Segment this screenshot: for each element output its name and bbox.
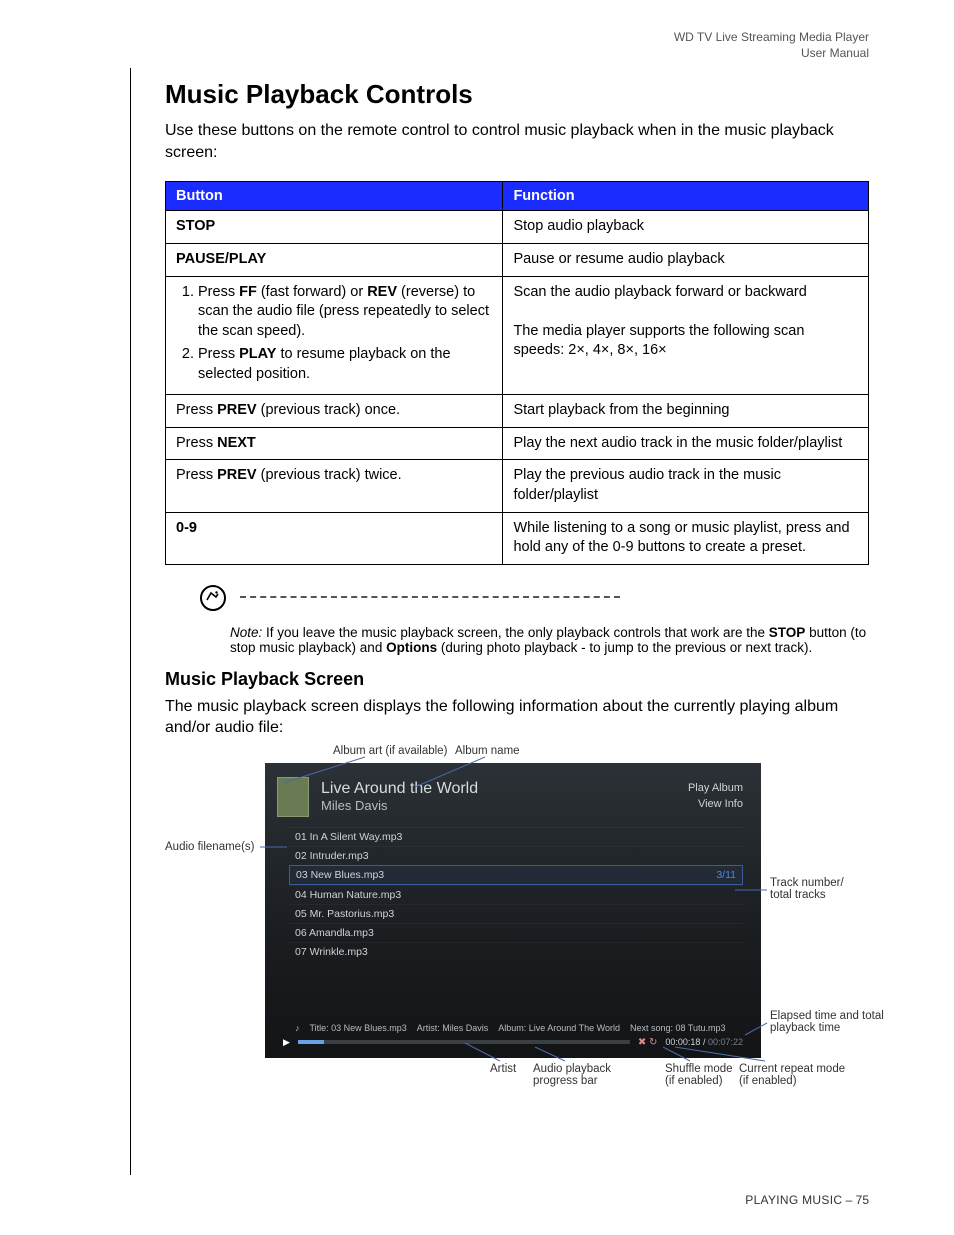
doc-header: WD TV Live Streaming Media Player User M… <box>130 30 869 61</box>
screenshot-diagram: Album art (if available) Album name Audi… <box>165 745 869 1105</box>
cell-function: Start playback from the beginning <box>503 395 869 428</box>
header-line-2: User Manual <box>130 46 869 62</box>
cell-button: Press NEXT <box>166 427 503 460</box>
cell-button: Press PREV (previous track) twice. <box>166 460 503 512</box>
callout-repeat: Current repeat mode (if enabled) <box>739 1063 845 1087</box>
table-row: Press NEXTPlay the next audio track in t… <box>166 427 869 460</box>
cell-function: Scan the audio playback forward or backw… <box>503 276 869 395</box>
track-row: 03 New Blues.mp33/11 <box>289 865 743 885</box>
callout-album-name: Album name <box>455 745 520 757</box>
table-row: 0-9While listening to a song or music pl… <box>166 512 869 564</box>
time-elapsed: 00:00:18 <box>665 1037 700 1047</box>
opt-view-info: View Info <box>688 797 743 812</box>
cell-function: While listening to a song or music playl… <box>503 512 869 564</box>
page-footer: PLAYING MUSIC – 75 <box>745 1193 869 1207</box>
callout-progress: Audio playback progress bar <box>533 1063 611 1087</box>
track-row: 01 In A Silent Way.mp3 <box>289 827 743 846</box>
note-lead: Note: <box>230 625 262 640</box>
track-row: 07 Wrinkle.mp3 <box>289 942 743 961</box>
cell-button: PAUSE/PLAY <box>166 243 503 276</box>
track-row: 02 Intruder.mp3 <box>289 846 743 865</box>
footer-page: 75 <box>856 1193 869 1207</box>
col-header-button: Button <box>166 182 503 211</box>
cell-button: Press FF (fast forward) or REV (reverse)… <box>166 276 503 395</box>
note-icon <box>200 585 226 611</box>
note-text: Note: If you leave the music playback sc… <box>230 625 869 655</box>
album-art-thumb <box>277 777 309 817</box>
footer-sep: – <box>842 1193 855 1207</box>
table-row: STOPStop audio playback <box>166 211 869 244</box>
vertical-rule <box>130 68 131 1175</box>
track-row: 05 Mr. Pastorius.mp3 <box>289 904 743 923</box>
cell-function: Pause or resume audio playback <box>503 243 869 276</box>
table-row: PAUSE/PLAYPause or resume audio playback <box>166 243 869 276</box>
shuffle-repeat-icons: ✖ ↻ <box>638 1037 658 1048</box>
callout-audio-filenames: Audio filename(s) <box>165 841 260 853</box>
subpara: The music playback screen displays the f… <box>165 696 869 739</box>
progress-bar <box>298 1040 630 1044</box>
meta-album: Album: Live Around The World <box>498 1023 620 1033</box>
meta-artist: Artist: Miles Davis <box>417 1023 489 1033</box>
meta-title: Title: 03 New Blues.mp3 <box>310 1023 407 1033</box>
player-screenshot: Live Around the World Miles Davis Play A… <box>265 763 761 1058</box>
controls-table: Button Function STOPStop audio playbackP… <box>165 181 869 564</box>
table-row: Press PREV (previous track) once.Start p… <box>166 395 869 428</box>
cell-function: Play the next audio track in the music f… <box>503 427 869 460</box>
table-row: Press PREV (previous track) twice.Play t… <box>166 460 869 512</box>
cell-function: Stop audio playback <box>503 211 869 244</box>
cell-button: STOP <box>166 211 503 244</box>
track-row: 04 Human Nature.mp3 <box>289 885 743 904</box>
table-row: Press FF (fast forward) or REV (reverse)… <box>166 276 869 395</box>
meta-note-icon: ♪ <box>295 1023 300 1033</box>
cell-button: 0-9 <box>166 512 503 564</box>
header-line-1: WD TV Live Streaming Media Player <box>130 30 869 46</box>
callout-track-number: Track number/ total tracks <box>770 877 844 901</box>
subheading: Music Playback Screen <box>165 669 869 690</box>
note-dashes <box>240 596 620 598</box>
track-row: 06 Amandla.mp3 <box>289 923 743 942</box>
callout-artist: Artist <box>490 1063 516 1075</box>
track-list: 01 In A Silent Way.mp302 Intruder.mp303 … <box>265 823 761 961</box>
play-icon: ▶ <box>283 1037 290 1048</box>
album-title: Live Around the World <box>321 780 688 798</box>
time-total: 00:07:22 <box>708 1037 743 1047</box>
callout-elapsed: Elapsed time and total playback time <box>770 1010 900 1034</box>
callout-shuffle: Shuffle mode (if enabled) <box>665 1063 733 1087</box>
intro-paragraph: Use these buttons on the remote control … <box>165 120 869 163</box>
opt-play-album: Play Album <box>688 781 743 796</box>
time-display: 00:00:18 / 00:07:22 <box>665 1037 743 1047</box>
col-header-function: Function <box>503 182 869 211</box>
callout-album-art: Album art (if available) <box>333 745 447 757</box>
footer-section: PLAYING MUSIC <box>745 1193 842 1207</box>
album-artist: Miles Davis <box>321 798 688 813</box>
cell-function: Play the previous audio track in the mus… <box>503 460 869 512</box>
note-header <box>200 585 869 611</box>
section-heading: Music Playback Controls <box>165 79 869 110</box>
meta-next: Next song: 08 Tutu.mp3 <box>630 1023 726 1033</box>
cell-button: Press PREV (previous track) once. <box>166 395 503 428</box>
